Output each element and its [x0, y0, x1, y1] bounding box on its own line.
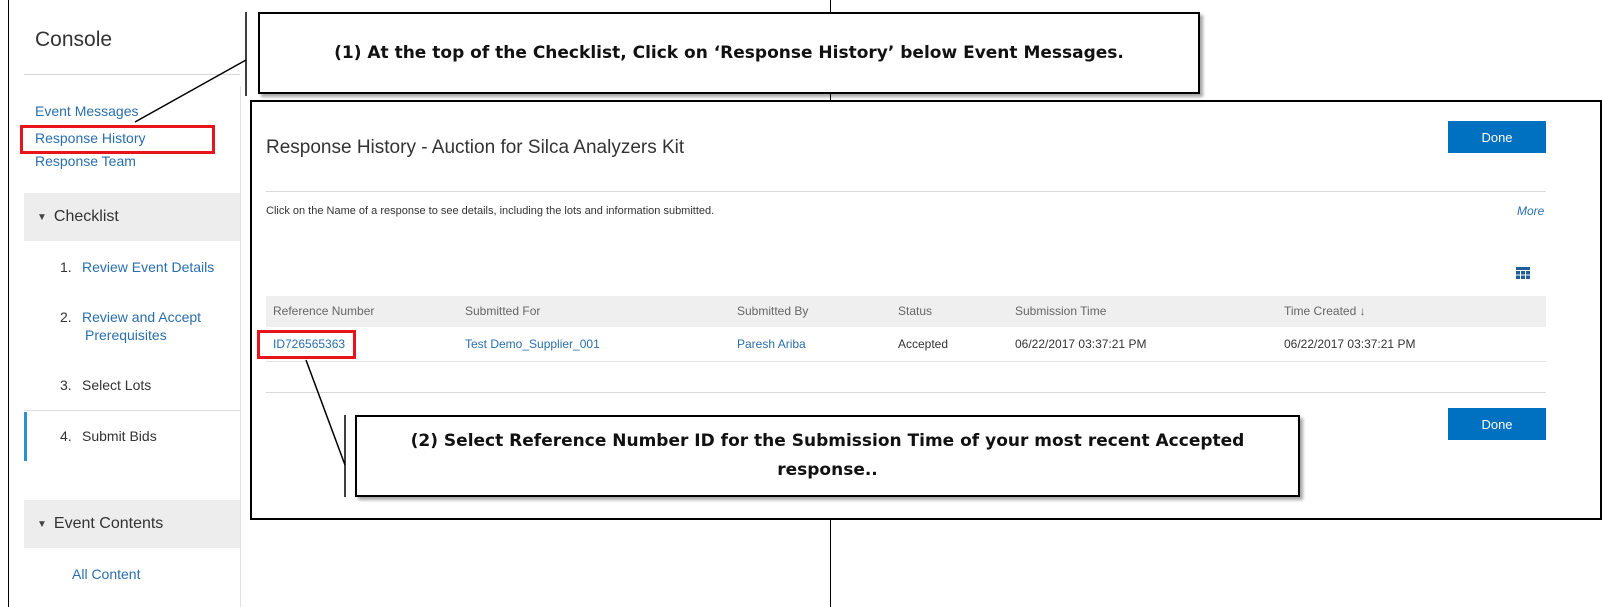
step-label[interactable]: Review Event Details: [82, 259, 214, 275]
dialog-title: Response History - Auction for Silca Ana…: [266, 137, 685, 158]
divider: [240, 86, 241, 607]
checklist-step-2[interactable]: 2. Review and Accept: [60, 309, 201, 325]
response-team-link[interactable]: Response Team: [35, 153, 136, 169]
done-button[interactable]: Done: [1448, 408, 1546, 440]
checklist-step-3[interactable]: 3. Select Lots: [60, 377, 151, 393]
column-header-submission-time[interactable]: Submission Time: [1015, 304, 1106, 318]
column-header-submitted-by[interactable]: Submitted By: [737, 304, 808, 318]
highlight-box: [257, 330, 356, 359]
status-cell: Accepted: [898, 337, 949, 351]
divider: [24, 74, 240, 75]
step-label-continued[interactable]: Prerequisites: [85, 327, 167, 343]
step-number: 4.: [60, 428, 72, 444]
step-label: Submit Bids: [82, 428, 157, 444]
step-number: 2.: [60, 309, 72, 325]
instruction-callout-1: (1) At the top of the Checklist, Click o…: [258, 12, 1200, 94]
done-button[interactable]: Done: [1448, 121, 1546, 153]
checklist-step-1[interactable]: 1. Review Event Details: [60, 259, 214, 275]
submitted-by-link[interactable]: Paresh Ariba: [737, 337, 806, 351]
event-messages-link[interactable]: Event Messages: [35, 103, 139, 119]
highlight-box: [20, 125, 215, 154]
column-header-submitted-for[interactable]: Submitted For: [465, 304, 540, 318]
submitted-for-link[interactable]: Test Demo_Supplier_001: [465, 337, 600, 351]
divider: [24, 410, 240, 411]
step-number: 1.: [60, 259, 72, 275]
step-label[interactable]: Review and Accept: [82, 309, 201, 325]
dialog-description: Click on the Name of a response to see d…: [266, 205, 715, 217]
column-header-reference-number[interactable]: Reference Number: [273, 304, 374, 318]
column-header-time-created[interactable]: Time Created ↓: [1284, 304, 1366, 318]
more-link[interactable]: More: [1517, 204, 1544, 218]
divider: [266, 361, 1546, 362]
column-header-status[interactable]: Status: [898, 304, 932, 318]
divider: [266, 392, 1546, 393]
event-contents-heading: Event Contents: [53, 515, 164, 532]
console-title: Console: [35, 28, 113, 51]
checklist-step-4[interactable]: 4. Submit Bids: [60, 428, 157, 444]
checklist-heading: Checklist: [53, 208, 119, 225]
submission-time-cell: 06/22/2017 03:37:21 PM: [1015, 337, 1147, 351]
step-number: 3.: [60, 377, 72, 393]
step-label: Select Lots: [82, 377, 152, 393]
checklist-section-toggle[interactable]: ▼ Checklist: [24, 193, 240, 241]
divider: [266, 191, 1546, 192]
all-content-link[interactable]: All Content: [72, 566, 140, 582]
triangle-down-icon: ▼: [37, 518, 47, 530]
triangle-down-icon: ▼: [37, 211, 47, 223]
event-contents-section-toggle[interactable]: ▼ Event Contents: [24, 500, 240, 548]
table-options-icon[interactable]: [1516, 267, 1530, 279]
instruction-callout-2: (2) Select Reference Number ID for the S…: [355, 415, 1300, 497]
time-created-cell: 06/22/2017 03:37:21 PM: [1284, 337, 1416, 351]
